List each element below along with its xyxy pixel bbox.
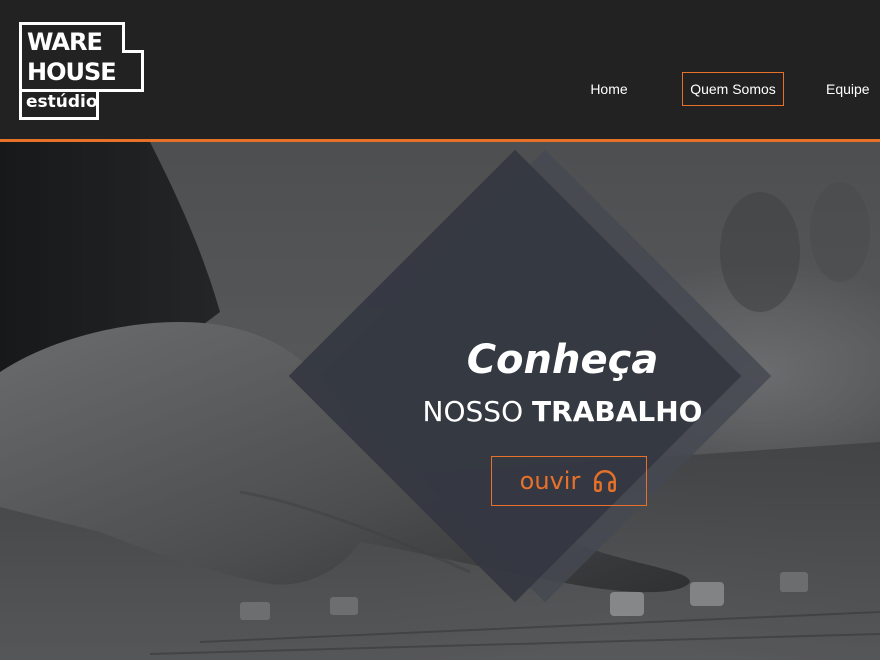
site-header: WARE HOUSE estúdio Home Quem Somos Equip… [0, 0, 880, 142]
nav-item-home[interactable]: Home [580, 72, 638, 106]
nav-item-equipe[interactable]: Equipe [818, 72, 880, 106]
listen-button[interactable]: ouvir [491, 456, 647, 506]
main-nav: Home Quem Somos Equipe [0, 72, 880, 106]
headphones-icon [594, 470, 617, 492]
nav-item-quem-somos[interactable]: Quem Somos [682, 72, 784, 106]
hero-subtitle-light: NOSSO [422, 395, 524, 428]
hero-subtitle: NOSSO TRABALHO [380, 398, 745, 426]
logo-word-ware: WARE [27, 28, 103, 56]
hero-subtitle-bold: TRABALHO [532, 395, 703, 428]
hero-title: Conheça [466, 337, 659, 383]
hero-banner: Conheça NOSSO TRABALHO ouvir [0, 142, 880, 660]
listen-button-label: ouvir [519, 467, 581, 495]
